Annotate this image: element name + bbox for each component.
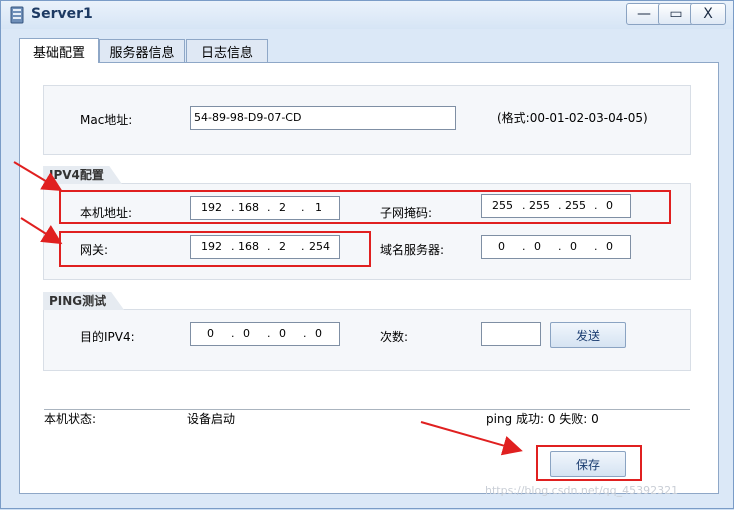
- status-label: 本机状态:: [44, 412, 97, 426]
- ip-octet: 0: [606, 240, 613, 253]
- ip-octet: 0: [315, 327, 322, 340]
- ipv4-legend: IPV4配置: [43, 166, 122, 184]
- send-button-label: 发送: [575, 328, 600, 343]
- mac-format-hint: (格式:00-01-02-03-04-05): [497, 111, 648, 125]
- tab-log-info[interactable]: 日志信息: [186, 39, 268, 62]
- annotation-box-save: [536, 445, 642, 481]
- ip-octet: 0: [570, 240, 577, 253]
- title-bar: Server1 — ▭ X: [1, 1, 733, 29]
- mac-address-input[interactable]: 54-89-98-D9-07-CD: [190, 106, 456, 130]
- ping-count-label: 次数:: [380, 330, 409, 344]
- dns-label: 域名服务器:: [380, 243, 445, 257]
- maximize-button[interactable]: ▭: [658, 3, 694, 25]
- send-button[interactable]: 发送: [550, 322, 626, 348]
- ip-octet: 0: [534, 240, 541, 253]
- ping-count-input[interactable]: [481, 322, 541, 346]
- ping-target-input[interactable]: 0 . 0 . 0 . 0: [190, 322, 340, 346]
- minimize-icon: —: [637, 6, 651, 22]
- tab-server-info[interactable]: 服务器信息: [99, 39, 185, 62]
- tab-label: 服务器信息: [109, 45, 175, 61]
- ip-octet: 0: [279, 327, 286, 340]
- server1-window: Server1 — ▭ X 基础配置 服务器信息 日志信息 Mac地址: 54-…: [0, 0, 734, 509]
- ip-octet: 0: [243, 327, 250, 340]
- mac-label: Mac地址:: [80, 113, 133, 127]
- watermark-text: https://blog.csdn.net/qq_45392321: [485, 484, 679, 497]
- maximize-icon: ▭: [669, 6, 683, 22]
- annotation-box-gateway: [59, 231, 371, 267]
- ping-legend: PING测试: [43, 292, 125, 310]
- tab-label: 日志信息: [200, 45, 253, 61]
- dns-server-input[interactable]: 0 . 0 . 0 . 0: [481, 235, 631, 259]
- minimize-button[interactable]: —: [626, 3, 662, 25]
- status-value: 设备启动: [187, 412, 236, 426]
- ping-target-label: 目的IPV4:: [80, 330, 135, 344]
- close-button[interactable]: X: [690, 3, 726, 25]
- ip-octet: 0: [498, 240, 505, 253]
- server-icon: [10, 6, 24, 24]
- window-title: Server1: [31, 6, 93, 22]
- tab-basic-config[interactable]: 基础配置: [19, 38, 99, 63]
- annotation-box-ip-subnet: [59, 190, 671, 224]
- ip-octet: 0: [207, 327, 214, 340]
- ping-result: ping 成功: 0 失败: 0: [486, 412, 599, 426]
- tab-label: 基础配置: [32, 45, 85, 61]
- close-icon: X: [703, 6, 713, 22]
